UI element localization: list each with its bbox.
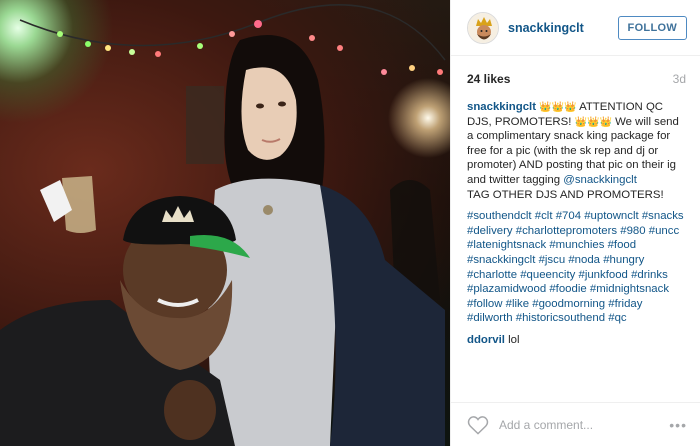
hashtag-comment: #southendclt #clt #704 #uptownclt #snack…	[467, 209, 688, 326]
hashtag-link[interactable]: #goodmorning	[532, 298, 605, 310]
hashtag-link[interactable]: #uncc	[649, 225, 679, 237]
reply-comment: ddorvil lol	[467, 333, 688, 348]
hashtag-link[interactable]: #snacks	[642, 210, 684, 222]
hashtag-link[interactable]: #historicsouthend	[516, 312, 605, 324]
post-footer: •••	[451, 402, 700, 446]
hashtag-link[interactable]: #southendclt	[467, 210, 532, 222]
caption-text: TAG OTHER DJS AND PROMOTERS!	[467, 188, 664, 201]
crown-emoji: 👑	[599, 116, 612, 128]
hashtag-link[interactable]: #charlottepromoters	[516, 225, 617, 237]
hashtag-link[interactable]: #980	[620, 225, 645, 237]
crown-emoji: 👑	[574, 116, 588, 128]
hashtag-link[interactable]: #midnightsnack	[590, 283, 669, 295]
hashtag-link[interactable]: #delivery	[467, 225, 513, 237]
snack-king-avatar-icon[interactable]	[467, 11, 499, 44]
hashtag-link[interactable]: #dilworth	[467, 312, 513, 324]
hashtag-link[interactable]: #junkfood	[578, 269, 627, 281]
comment-input[interactable]	[499, 417, 670, 432]
hashtag-link[interactable]: #jscu	[539, 254, 566, 266]
crown-emoji: 👑	[587, 116, 600, 128]
hashtag-link[interactable]: #704	[556, 210, 581, 222]
hashtag-link[interactable]: #queencity	[520, 269, 575, 281]
post-time[interactable]: 3d	[673, 72, 686, 86]
hashtag-link[interactable]: #follow	[467, 298, 502, 310]
mention-link[interactable]: @snackkingclt	[563, 174, 637, 186]
crown-emoji: 👑	[551, 102, 565, 113]
hashtag-link[interactable]: #snackkingclt	[467, 254, 535, 266]
hashtag-link[interactable]: #munchies	[549, 239, 604, 251]
photo-illustration	[0, 4, 446, 446]
hashtag-link[interactable]: #noda	[568, 254, 600, 266]
follow-button[interactable]: FOLLOW	[617, 15, 687, 40]
reply-username[interactable]: ddorvil	[467, 334, 505, 346]
man-hand	[164, 380, 216, 440]
post-photo[interactable]	[0, 0, 450, 446]
hashtag-link[interactable]: #charlotte	[467, 269, 517, 281]
header-username[interactable]: snackkingclt	[508, 21, 618, 35]
more-options-button[interactable]: •••	[669, 417, 687, 433]
caption-username[interactable]: snackkingclt	[467, 101, 536, 113]
hashtag-link[interactable]: #plazamidwood	[467, 283, 546, 295]
post-side-panel: snackkingclt FOLLOW 24 likes 3d snackkin…	[450, 0, 700, 446]
hashtag-link[interactable]: #food	[608, 239, 637, 251]
instagram-post: snackkingclt FOLLOW 24 likes 3d snackkin…	[0, 0, 700, 446]
hashtag-link[interactable]: #drinks	[631, 269, 668, 281]
likes-count[interactable]: 24 likes	[467, 72, 510, 86]
hashtag-link[interactable]: #clt	[535, 210, 553, 222]
hashtag-link[interactable]: #friday	[608, 298, 642, 310]
hashtag-link[interactable]: #qc	[608, 312, 626, 324]
hashtag-link[interactable]: #uptownclt	[584, 210, 638, 222]
reply-text: lol	[508, 333, 520, 346]
hashtag-link[interactable]: #like	[506, 298, 529, 310]
post-header: snackkingclt FOLLOW	[451, 0, 700, 56]
hashtag-link[interactable]: #hungry	[603, 254, 644, 266]
window	[186, 86, 224, 164]
caption-comment: snackkingclt 👑👑👑 ATTENTION QC DJS, PROMO…	[467, 100, 688, 202]
heart-icon[interactable]	[467, 415, 489, 435]
hashtag-link[interactable]: #latenightsnack	[467, 239, 546, 251]
hashtag-link[interactable]: #foodie	[549, 283, 586, 295]
crown-emoji: 👑	[564, 102, 577, 113]
crown-emoji: 👑	[539, 102, 552, 113]
post-meta: 24 likes 3d	[467, 72, 686, 86]
comments-list: snackkingclt 👑👑👑 ATTENTION QC DJS, PROMO…	[467, 100, 688, 355]
